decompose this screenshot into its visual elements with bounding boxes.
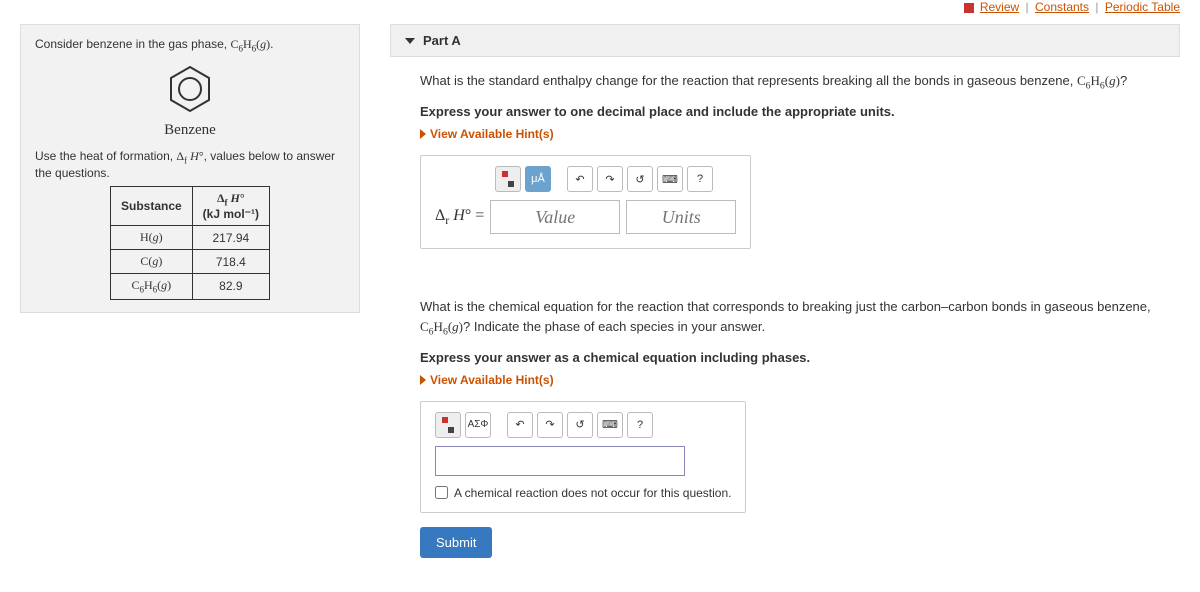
formation-table: Substance Δf H° (kJ mol⁻¹) H(g) 217.94 C… [110,186,270,300]
keyboard-button[interactable]: ⌨ [657,166,683,192]
heat-of-formation-text: Use the heat of formation, Δf H°, values… [35,149,345,179]
constants-link[interactable]: Constants [1035,0,1089,14]
undo-button[interactable]: ↶ [567,166,593,192]
question-1-instructions: Express your answer to one decimal place… [420,104,1172,119]
question-2-text: What is the chemical equation for the re… [420,297,1180,340]
benzene-icon [164,63,216,115]
table-row: H(g) 217.94 [110,226,269,250]
reset-button[interactable]: ↺ [567,412,593,438]
redo-button[interactable]: ↷ [597,166,623,192]
no-reaction-label: A chemical reaction does not occur for t… [454,486,731,500]
submit-button[interactable]: Submit [420,527,492,558]
question-1-text: What is the standard enthalpy change for… [420,71,1172,94]
help-button[interactable]: ? [687,166,713,192]
caret-right-icon [420,129,426,139]
chem-equation-input[interactable] [435,446,685,476]
reset-button[interactable]: ↺ [627,166,653,192]
question-2-instructions: Express your answer as a chemical equati… [420,350,1180,365]
caret-right-icon [420,375,426,385]
no-reaction-checkbox[interactable] [435,486,448,499]
view-hints-1[interactable]: View Available Hint(s) [420,127,1172,141]
view-hints-2[interactable]: View Available Hint(s) [420,373,1180,387]
problem-context-panel: Consider benzene in the gas phase, C6H6(… [20,24,360,313]
greek-button[interactable]: ΑΣΦ [465,412,491,438]
value-input[interactable] [490,200,620,234]
redo-button[interactable]: ↷ [537,412,563,438]
benzene-figure: Benzene [35,63,345,139]
periodic-table-link[interactable]: Periodic Table [1105,0,1180,14]
table-row: C6H6(g) 82.9 [110,274,269,299]
units-input[interactable] [626,200,736,234]
part-a-header[interactable]: Part A [390,24,1180,57]
review-link[interactable]: Review [980,0,1019,14]
table-row: C(g) 718.4 [110,250,269,274]
keyboard-button[interactable]: ⌨ [597,412,623,438]
intro-text: Consider benzene in the gas phase, C6H6(… [35,37,345,53]
answer-prefix: Δr H° = [435,207,484,228]
benzene-label: Benzene [35,122,345,139]
template-button[interactable] [435,412,461,438]
numeric-answer-widget: μÅ ↶ ↷ ↺ ⌨ ? Δr H° = [420,155,751,249]
answer-toolbar-2: ΑΣΦ ↶ ↷ ↺ ⌨ ? [435,412,731,438]
undo-button[interactable]: ↶ [507,412,533,438]
template-button[interactable] [495,166,521,192]
answer-toolbar-1: μÅ ↶ ↷ ↺ ⌨ ? [495,166,736,192]
resource-links: Review | Constants | Periodic Table [0,0,1200,24]
part-label: Part A [423,33,461,48]
help-button[interactable]: ? [627,412,653,438]
chevron-down-icon [405,38,415,44]
swatch-icon [964,3,974,13]
chem-answer-widget: ΑΣΦ ↶ ↷ ↺ ⌨ ? A chemical reaction does n… [420,401,746,513]
symbols-button[interactable]: μÅ [525,166,551,192]
col-substance: Substance [110,186,192,225]
col-dfh: Δf H° (kJ mol⁻¹) [192,186,269,225]
